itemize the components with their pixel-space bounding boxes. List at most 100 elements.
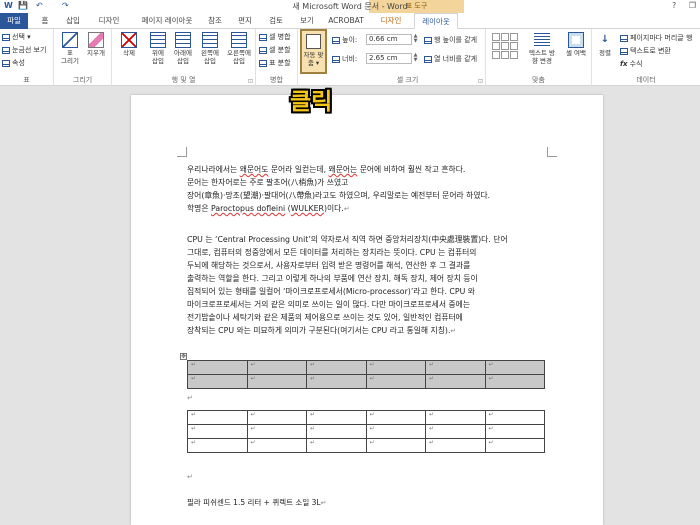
tab-table-design[interactable]: 디자인 <box>372 13 410 29</box>
table-cell[interactable]: ↵ <box>484 374 545 389</box>
table-cell[interactable]: ↵ <box>246 410 307 425</box>
table-cell[interactable]: ↵ <box>365 410 426 425</box>
align-center-left-icon[interactable] <box>492 42 500 50</box>
formula-button[interactable]: fx 수식 <box>620 59 642 69</box>
view-gridlines-button[interactable]: 눈금선 보기 <box>2 45 46 55</box>
column-width-spinner[interactable]: ▲ ▼ <box>412 53 419 64</box>
table-cell[interactable]: ↵ <box>425 374 486 389</box>
tab-page-layout[interactable]: 페이지 레이아웃 <box>133 13 201 29</box>
table-cell[interactable]: ↵ <box>187 360 248 375</box>
table-cell[interactable]: ↵ <box>484 424 545 439</box>
split-cells-button[interactable]: 셀 분할 <box>259 45 291 55</box>
selected-table[interactable]: ↵ ↵ ↵ ↵ ↵ ↵ ↵ ↵ ↵ ↵ ↵ ↵ <box>187 360 545 389</box>
draw-table-button[interactable]: 표 그리기 <box>58 32 82 65</box>
distribute-rows-button[interactable]: 행 높이를 같게 <box>424 35 477 45</box>
tab-table-layout[interactable]: 레이아웃 <box>414 13 458 29</box>
cell-alignment-grid[interactable] <box>492 33 518 59</box>
paragraph-octopus[interactable]: 우리나라에서는 왜문어도 문어라 일컫는데, 왜문어는 문어에 비하여 훨씬 작… <box>187 163 544 216</box>
table-cell[interactable]: ↵ <box>484 438 545 453</box>
align-center-right-icon[interactable] <box>510 42 518 50</box>
insert-below-button[interactable]: 아래에 삽입 <box>170 32 196 65</box>
autofit-button[interactable]: 자동 맞 춤 ▾ <box>300 29 327 74</box>
align-bottom-left-icon[interactable] <box>492 51 500 59</box>
table-cell[interactable]: ↵ <box>187 374 248 389</box>
cell-margins-icon <box>566 30 586 50</box>
select-icon <box>2 33 10 41</box>
merge-cells-button[interactable]: 셀 병합 <box>259 32 291 42</box>
table-cell[interactable]: ↵ <box>365 360 426 375</box>
table-cell[interactable]: ↵ <box>306 360 367 375</box>
table-cell[interactable]: ↵ <box>425 410 486 425</box>
eraser-button[interactable]: 지우개 <box>82 32 110 57</box>
table-cell[interactable]: ↵ <box>246 374 307 389</box>
table-cell[interactable]: ↵ <box>484 410 545 425</box>
table-cell[interactable]: ↵ <box>306 438 367 453</box>
tab-references[interactable]: 참조 <box>202 13 228 29</box>
row-height-spinner[interactable]: ▲ ▼ <box>412 34 419 45</box>
table-cell[interactable]: ↵ <box>425 360 486 375</box>
table-cell[interactable]: ↵ <box>425 424 486 439</box>
row-height-input[interactable]: 0.66 cm <box>366 34 412 45</box>
align-top-right-icon[interactable] <box>510 33 518 41</box>
paragraph-cpu[interactable]: CPU 는 ‘Central Processing Unit’의 약자로서 직역… <box>187 233 544 338</box>
second-table[interactable]: ↵ ↵ ↵ ↵ ↵ ↵ ↵ ↵ ↵ ↵ ↵ ↵ ↵ ↵ ↵ ↵ ↵ ↵ <box>187 410 545 453</box>
ribbon-options-button[interactable]: ❐ <box>689 1 696 10</box>
table-cell[interactable]: ↵ <box>306 374 367 389</box>
align-top-left-icon[interactable] <box>492 33 500 41</box>
cell-size-launcher-icon[interactable]: ⊡ <box>478 78 483 85</box>
table-cell[interactable]: ↵ <box>365 374 426 389</box>
ribbon: 선택 ▾ 눈금선 보기 속성 표 표 그리기 지우개 그리기 삭제 위에 삽입 … <box>0 29 700 86</box>
save-icon[interactable]: 💾 <box>18 1 28 10</box>
text-line: 장착되는 CPU 와는 미묘하게 의미가 구분된다(여기서는 CPU 라고 통일… <box>187 326 457 335</box>
tab-home[interactable]: 홈 <box>34 13 56 29</box>
distribute-columns-button[interactable]: 열 너비를 같게 <box>424 54 477 64</box>
insert-column-left-icon <box>202 32 218 48</box>
table-cell[interactable]: ↵ <box>425 438 486 453</box>
margin-corner-mark <box>177 147 187 157</box>
repeat-header-rows-button[interactable]: 페이지마다 머리글 행 <box>620 33 692 43</box>
table-cell[interactable]: ↵ <box>187 424 248 439</box>
table-cell[interactable]: ↵ <box>187 438 248 453</box>
align-bottom-center-icon[interactable] <box>501 51 509 59</box>
tab-review[interactable]: 검토 <box>263 13 289 29</box>
insert-left-button[interactable]: 왼쪽에 삽입 <box>196 32 224 65</box>
tab-acrobat[interactable]: ACROBAT <box>326 13 366 29</box>
insert-right-button[interactable]: 오른쪽에 삽입 <box>224 32 254 65</box>
column-width-input[interactable]: 2.65 cm <box>366 53 412 64</box>
tab-file[interactable]: 파일 <box>0 13 28 29</box>
group-draw: 표 그리기 지우개 그리기 <box>54 29 112 86</box>
insert-column-right-icon <box>231 32 247 48</box>
table-cell[interactable]: ↵ <box>187 410 248 425</box>
convert-to-text-button[interactable]: 텍스트로 변환 <box>620 46 671 56</box>
cell-margins-button[interactable]: 셀 여백 <box>562 30 590 57</box>
undo-icon[interactable]: ↶ <box>36 1 43 10</box>
sort-button[interactable]: ↓ 정렬 <box>594 32 616 57</box>
table-move-handle-icon[interactable]: ✥ <box>180 353 187 360</box>
align-top-center-icon[interactable] <box>501 33 509 41</box>
tab-insert[interactable]: 삽입 <box>60 13 86 29</box>
tab-design[interactable]: 디자인 <box>92 13 126 29</box>
table-cell[interactable]: ↵ <box>246 424 307 439</box>
select-button[interactable]: 선택 ▾ <box>2 32 31 42</box>
properties-button[interactable]: 속성 <box>2 58 25 68</box>
table-cell[interactable]: ↵ <box>246 438 307 453</box>
table-cell[interactable]: ↵ <box>365 438 426 453</box>
table-cell[interactable]: ↵ <box>484 360 545 375</box>
text-line: 우리나라에서는 왜문어도 문어라 일컫는데, 왜문어는 문어에 비하여 훨씬 작… <box>187 165 466 174</box>
table-cell[interactable]: ↵ <box>306 424 367 439</box>
insert-above-button[interactable]: 위에 삽입 <box>145 32 171 65</box>
rows-columns-launcher-icon[interactable]: ⊡ <box>248 78 253 85</box>
table-cell[interactable]: ↵ <box>246 360 307 375</box>
text-direction-button[interactable]: 텍스트 방 향 변경 <box>524 32 560 65</box>
table-cell[interactable]: ↵ <box>365 424 426 439</box>
tab-view[interactable]: 보기 <box>294 13 320 29</box>
split-table-button[interactable]: 표 분할 <box>259 58 291 68</box>
footer-text-line[interactable]: 필라 피쉬센드 1.5 리터 + 퀴렉트 소일 3L↵ <box>187 497 326 508</box>
help-button[interactable]: ? <box>672 1 676 10</box>
table-cell[interactable]: ↵ <box>306 410 367 425</box>
tab-mailings[interactable]: 편지 <box>232 13 258 29</box>
align-bottom-right-icon[interactable] <box>510 51 518 59</box>
align-center-icon[interactable] <box>501 42 509 50</box>
redo-icon[interactable]: ↷ <box>62 1 69 10</box>
delete-button[interactable]: 삭제 <box>116 32 142 57</box>
